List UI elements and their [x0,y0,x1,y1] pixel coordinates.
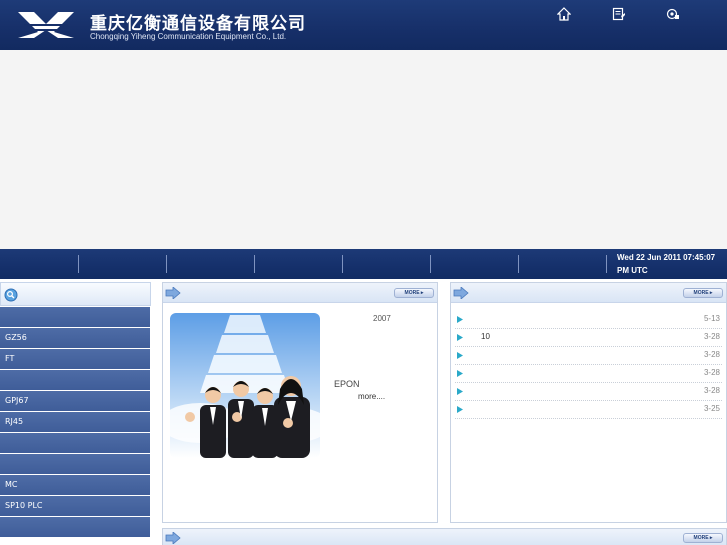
team-photo-image [170,313,320,458]
about-more-button[interactable]: MORE ▸ [394,288,434,298]
news-date: 3-28 [703,368,720,377]
sidebar-item-sp10-plc[interactable]: SP10 PLC [0,496,150,516]
about-panel: MORE ▸ 2007 EPON more.... [162,282,438,523]
bottom-panel-header: MORE ▸ [163,529,726,545]
sidebar-item[interactable] [0,370,150,390]
banner-area [0,50,727,249]
nav-item-1[interactable] [0,249,78,279]
news-title[interactable]: 10 [481,332,490,341]
sidebar-item-gpj67[interactable]: GPJ67 [0,391,150,411]
current-datetime: Wed 22 Jun 2011 07:45:07 PM UTC [617,251,727,277]
about-more-link[interactable]: more.... [358,392,385,401]
bottom-panel: MORE ▸ [162,528,727,545]
company-logo-icon [18,12,74,38]
news-more-button[interactable]: MORE ▸ [683,288,723,298]
sidebar-item[interactable] [0,454,150,474]
bullet-arrow-icon [457,406,463,413]
nav-item-3[interactable] [167,249,254,279]
nav-item-6[interactable] [431,249,518,279]
about-panel-header: MORE ▸ [163,283,437,303]
bullet-arrow-icon [457,334,463,341]
bottom-more-button[interactable]: MORE ▸ [683,533,723,543]
sidebar-item-mc[interactable]: MC [0,475,150,495]
sidebar-item[interactable] [0,517,150,537]
news-date: 5-13 [703,314,720,323]
sidebar-item[interactable] [0,307,150,327]
arrow-right-icon [453,287,469,299]
founded-year: 2007 [373,314,391,323]
news-item[interactable]: 3-25 [455,401,722,419]
arrow-right-icon [165,532,181,544]
news-date: 3-28 [703,350,720,359]
news-item[interactable]: 10 3-28 [455,329,722,347]
nav-item-4[interactable] [255,249,342,279]
sidebar-item[interactable] [0,433,150,453]
sidebar-item-gz56[interactable]: GZ56 [0,328,150,348]
company-name-cn: 重庆亿衡通信设备有限公司 [90,14,306,34]
datetime-line-1: Wed 22 Jun 2011 07:45:07 [617,253,716,262]
sidebar-header [0,282,151,306]
news-item[interactable]: 5-13 [455,311,722,329]
bullet-arrow-icon [457,316,463,323]
news-panel: MORE ▸ 5-13 10 3-28 3-28 3-28 3-28 3-25 [450,282,727,523]
news-date: 3-28 [703,386,720,395]
nav-item-5[interactable] [343,249,430,279]
sidebar-item-ft[interactable]: FT [0,349,150,369]
nav-item-7[interactable] [519,249,606,279]
news-item[interactable]: 3-28 [455,383,722,401]
bullet-arrow-icon [457,370,463,377]
bullet-arrow-icon [457,388,463,395]
news-panel-header: MORE ▸ [451,283,726,303]
sidebar-item-rj45[interactable]: RJ45 [0,412,150,432]
search-globe-icon [4,288,18,302]
home-icon[interactable] [557,7,571,21]
news-item[interactable]: 3-28 [455,347,722,365]
more-button-label: MORE [693,535,709,541]
site-header: 重庆亿衡通信设备有限公司 Chongqing Yiheng Communicat… [0,0,727,50]
main-navbar: Wed 22 Jun 2011 07:45:07 PM UTC [0,249,727,279]
news-item[interactable]: 3-28 [455,365,722,383]
team-photo [170,313,320,458]
page: 重庆亿衡通信设备有限公司 Chongqing Yiheng Communicat… [0,0,727,545]
more-button-label: MORE [693,290,709,296]
nav-divider [606,255,607,273]
product-sidebar: GZ56 FT GPJ67 RJ45 MC SP10 PLC [0,282,151,545]
company-name-en: Chongqing Yiheng Communication Equipment… [90,32,287,41]
epon-text: EPON [334,379,360,389]
bullet-arrow-icon [457,352,463,359]
more-button-label: MORE [404,290,420,296]
document-edit-icon[interactable] [612,7,626,21]
arrow-right-icon [165,287,181,299]
nav-item-2[interactable] [79,249,166,279]
datetime-line-2: PM UTC [617,266,648,275]
favorite-icon[interactable] [666,7,680,21]
news-date: 3-28 [703,332,720,341]
news-date: 3-25 [703,404,720,413]
